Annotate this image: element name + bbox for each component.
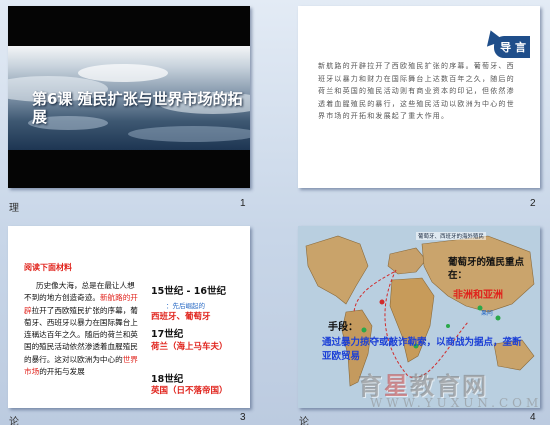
slide-thumbnail-3[interactable]: 阅读下面材料 历史像大海，总是在最让人想不到的地方创造奇迹。新航路的开辟拉开了西… xyxy=(8,226,250,408)
para-text: 拉开了西欧殖民扩张的序幕，葡萄牙、西班牙以暴力在国际舞台上连稱达百年之久。随后的… xyxy=(24,305,138,364)
slide-number: 1 xyxy=(240,198,246,209)
slide-number: 3 xyxy=(240,412,246,423)
reading-paragraph: 历史像大海，总是在最让人想不到的地方创造奇迹。新航路的开辟拉开了西欧殖民扩张的序… xyxy=(24,280,142,378)
century-answer: 西班牙、葡萄牙 xyxy=(151,312,211,322)
century-label: 18世纪 xyxy=(151,374,184,385)
map-place-label: 果阿 xyxy=(481,310,494,317)
slide-thumbnail-1[interactable]: 第6课 殖民扩张与世界市场的拓展 xyxy=(8,6,250,188)
slide-title: 第6课 殖民扩张与世界市场的拓展 xyxy=(32,90,243,126)
slide-number: 4 xyxy=(530,412,536,423)
means-text: 通过暴力掠夺或敲诈勒索，以商战为据点，垄断亚欧贸易 xyxy=(322,337,522,362)
colony-focus-value: 非洲和亚洲 xyxy=(453,290,503,301)
reading-heading: 阅读下面材料 xyxy=(24,263,72,272)
colony-focus-label: 葡萄牙的殖民重点在： xyxy=(448,257,525,281)
intro-badge: 导 言 xyxy=(494,36,530,58)
century-answer: 荷兰（海上马车夫） xyxy=(151,342,228,352)
map-title: 葡萄牙、西班牙的海外殖民 xyxy=(416,232,487,240)
slide-corner-glyph: 论 xyxy=(9,417,19,425)
slide-thumbnail-2[interactable]: 导 言 新航路的开辟拉开了西欧殖民扩张的序幕。葡萄牙、西班牙以暴力和财力在国际舞… xyxy=(298,6,540,188)
means-label: 手段： xyxy=(328,322,358,333)
slide-number: 2 xyxy=(530,198,536,209)
slide-corner-glyph: 论 xyxy=(299,417,309,425)
century-label: 15世纪 - 16世纪 xyxy=(151,286,226,297)
world-map-image xyxy=(298,226,540,408)
century-hint: ：先后崛起的 xyxy=(166,302,205,310)
slide-thumbnail-4[interactable]: 葡萄牙、西班牙的海外殖民 葡萄牙的殖民重点在： 非洲和亚洲 果阿 手段： 通过暴… xyxy=(298,226,540,408)
intro-paragraph: 新航路的开辟拉开了西欧殖民扩张的序幕。葡萄牙、西班牙以暴力和财力在国际舞台上达数… xyxy=(318,62,515,120)
century-label: 17世纪 xyxy=(151,329,184,340)
slide-corner-glyph: 理 xyxy=(9,203,19,214)
para-text: 的开拓与发展 xyxy=(39,367,85,377)
century-answer: 英国（日不落帝国） xyxy=(151,386,228,396)
